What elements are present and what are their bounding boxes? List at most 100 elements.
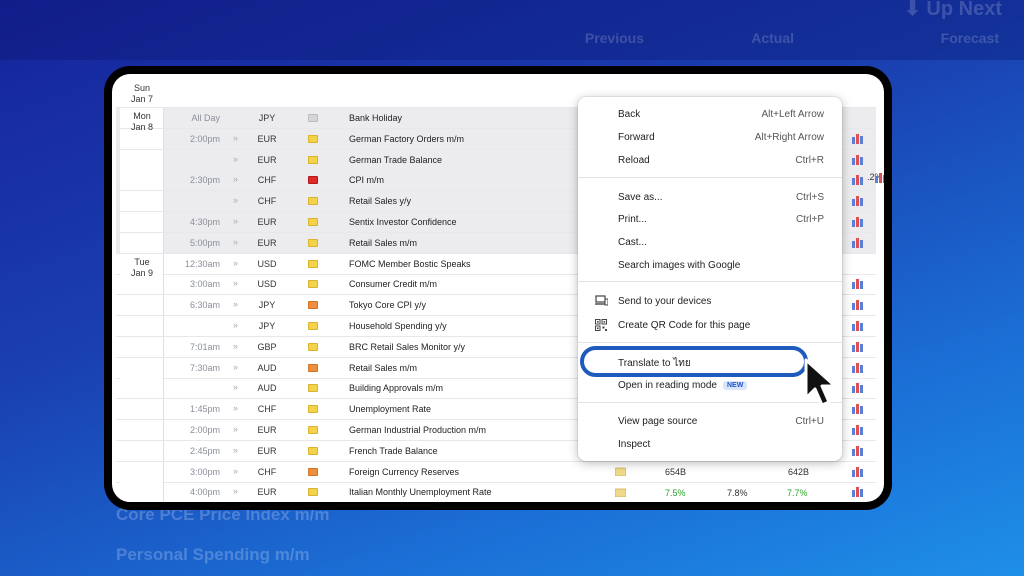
chart-bars-icon[interactable] [852, 174, 864, 185]
impact-icon[interactable] [308, 343, 318, 351]
impact-icon[interactable] [308, 405, 318, 413]
day-date: Jan 8 [130, 122, 154, 132]
chart-bars-icon[interactable] [852, 237, 864, 248]
background-event-line: Personal Spending m/m [116, 545, 310, 564]
event-title[interactable]: Italian Monthly Unemployment Rate [349, 487, 492, 497]
impact-icon[interactable] [308, 114, 318, 122]
event-time: 6:30am [189, 300, 220, 310]
chart-bars-icon[interactable] [852, 486, 864, 497]
reserves-actual-value: 654B [665, 467, 687, 477]
chart-bars-icon[interactable] [852, 195, 864, 206]
devices-icon [595, 295, 609, 306]
event-time: 2:30pm [189, 175, 220, 185]
event-currency: EUR [257, 217, 277, 227]
unemployment-forecast-value: 7.8% [727, 488, 748, 498]
menu-item-back[interactable]: Back Alt+Left Arrow [578, 103, 842, 125]
day-column-cell [120, 358, 164, 378]
calendar-event-row[interactable]: 3:00pm » CHF Foreign Currency Reserves [116, 462, 876, 483]
menu-item-label: Forward [618, 132, 655, 143]
event-title[interactable]: BRC Retail Sales Monitor y/y [349, 342, 465, 352]
impact-icon[interactable] [308, 239, 318, 247]
event-title[interactable]: Retail Sales m/m [349, 238, 417, 248]
signal-icon: » [233, 216, 239, 226]
chart-bars-icon[interactable] [875, 172, 884, 185]
folder-icon[interactable] [614, 467, 627, 478]
event-title[interactable]: German Trade Balance [349, 155, 442, 165]
event-title[interactable]: Tokyo Core CPI y/y [349, 300, 426, 310]
event-title[interactable]: Retail Sales y/y [349, 196, 411, 206]
reserves-previous-value: 642B [788, 467, 810, 477]
impact-icon[interactable] [308, 364, 318, 372]
event-title[interactable]: German Industrial Production m/m [349, 425, 486, 435]
event-title[interactable]: Foreign Currency Reserves [349, 467, 459, 477]
chart-bars-icon[interactable] [852, 278, 864, 289]
impact-icon[interactable] [308, 135, 318, 143]
day-column-cell [120, 482, 164, 502]
event-currency: CHF [257, 175, 277, 185]
event-currency: EUR [257, 487, 277, 497]
impact-icon[interactable] [308, 260, 318, 268]
impact-icon[interactable] [308, 218, 318, 226]
event-currency: EUR [257, 134, 277, 144]
impact-icon[interactable] [308, 322, 318, 330]
menu-item-print[interactable]: Print... Ctrl+P [578, 208, 842, 230]
chart-bars-icon[interactable] [852, 403, 864, 414]
menu-item-view-source[interactable]: View page source Ctrl+U [578, 410, 842, 432]
event-currency: CHF [257, 404, 277, 414]
signal-icon: » [233, 299, 239, 309]
chart-bars-icon[interactable] [852, 133, 864, 144]
chart-bars-icon[interactable] [852, 424, 864, 435]
event-title[interactable]: Retail Sales m/m [349, 363, 417, 373]
chart-bars-icon[interactable] [852, 341, 864, 352]
impact-icon[interactable] [308, 176, 318, 184]
impact-icon[interactable] [308, 280, 318, 288]
folder-icon[interactable] [614, 488, 627, 499]
impact-icon[interactable] [308, 488, 318, 496]
menu-item-forward[interactable]: Forward Alt+Right Arrow [578, 126, 842, 148]
event-title[interactable]: CPI m/m [349, 175, 384, 185]
menu-item-cast[interactable]: Cast... [578, 231, 842, 253]
impact-icon[interactable] [308, 426, 318, 434]
event-title[interactable]: Household Spending y/y [349, 321, 447, 331]
chart-bars-icon[interactable] [852, 382, 864, 393]
chart-bars-icon[interactable] [852, 362, 864, 373]
chart-bars-icon[interactable] [852, 320, 864, 331]
chart-bars-icon[interactable] [852, 299, 864, 310]
calendar-event-row[interactable]: 4:00pm » EUR Italian Monthly Unemployment R… [116, 482, 876, 502]
impact-icon[interactable] [308, 447, 318, 455]
day-column-cell [120, 295, 164, 315]
event-title[interactable]: Consumer Credit m/m [349, 279, 437, 289]
chart-bars-icon[interactable] [852, 466, 864, 477]
menu-item-label: Create QR Code for this page [618, 320, 751, 331]
menu-item-search-images[interactable]: Search images with Google [578, 254, 842, 276]
impact-icon[interactable] [308, 384, 318, 392]
menu-item-save-as[interactable]: Save as... Ctrl+S [578, 186, 842, 208]
event-title[interactable]: Building Approvals m/m [349, 383, 443, 393]
chart-bars-icon[interactable] [852, 445, 864, 456]
impact-icon[interactable] [308, 156, 318, 164]
event-time: 7:01am [189, 342, 220, 352]
impact-icon[interactable] [308, 468, 318, 476]
signal-icon: » [233, 195, 239, 205]
menu-item-create-qr-code[interactable]: Create QR Code for this page [578, 314, 842, 336]
event-currency: EUR [257, 155, 277, 165]
impact-icon[interactable] [308, 301, 318, 309]
menu-item-inspect[interactable]: Inspect [578, 433, 842, 455]
day-column-cell [120, 316, 164, 336]
signal-icon: » [233, 237, 239, 247]
chart-bars-icon[interactable] [852, 154, 864, 165]
menu-item-reload[interactable]: Reload Ctrl+R [578, 149, 842, 171]
event-title[interactable]: Unemployment Rate [349, 404, 431, 414]
event-title[interactable]: Bank Holiday [349, 113, 402, 123]
event-title[interactable]: FOMC Member Bostic Speaks [349, 259, 471, 269]
event-time: 3:00pm [189, 467, 220, 477]
event-title[interactable]: Sentix Investor Confidence [349, 217, 457, 227]
chart-bars-icon[interactable] [852, 216, 864, 227]
event-currency: JPY [258, 321, 276, 331]
menu-item-send-to-devices[interactable]: Send to your devices [578, 290, 842, 312]
menu-item-shortcut: Ctrl+R [795, 155, 824, 166]
event-title[interactable]: French Trade Balance [349, 446, 438, 456]
impact-icon[interactable] [308, 197, 318, 205]
event-time: 1:45pm [189, 404, 220, 414]
event-title[interactable]: German Factory Orders m/m [349, 134, 464, 144]
